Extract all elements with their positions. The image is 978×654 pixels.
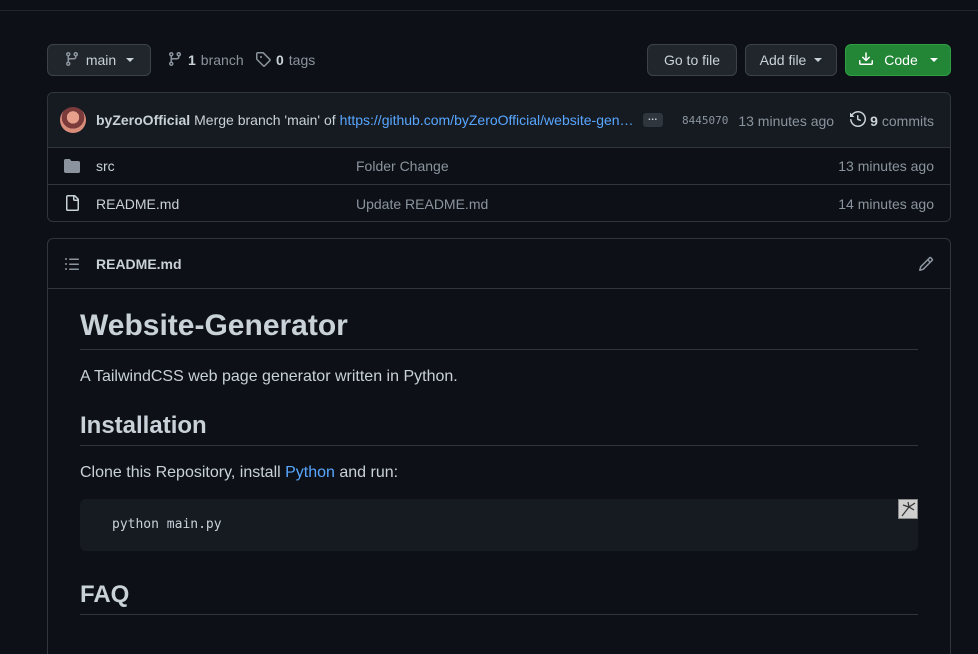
- chevron-down-icon: [814, 58, 823, 62]
- branch-count: 1: [188, 52, 196, 68]
- tag-icon: [255, 51, 271, 70]
- repo-toolbar: main 1 branch 0 tags Go to file Add file…: [47, 44, 951, 76]
- pencil-icon[interactable]: [918, 256, 934, 275]
- file-age: 14 minutes ago: [838, 195, 934, 212]
- branch-name: main: [85, 52, 117, 68]
- branch-select-button[interactable]: main: [47, 44, 151, 76]
- readme-description: A TailwindCSS web page generator written…: [80, 368, 458, 385]
- download-icon: [858, 51, 874, 70]
- commits-word: commits: [881, 112, 934, 129]
- file-row[interactable]: src Folder Change 13 minutes ago: [48, 148, 950, 185]
- file-age: 13 minutes ago: [838, 158, 934, 174]
- expand-commit-message-button[interactable]: …: [642, 113, 663, 127]
- commits-history-link[interactable]: 9 commits: [850, 110, 934, 130]
- avatar[interactable]: [60, 107, 86, 133]
- branch-word: branch: [200, 52, 244, 68]
- readme-filename[interactable]: README.md: [96, 256, 182, 272]
- list-unordered-icon[interactable]: [64, 256, 80, 275]
- install-text-after: and run:: [334, 464, 399, 481]
- git-branch-icon: [64, 51, 80, 70]
- file-name[interactable]: README.md: [96, 196, 179, 212]
- commit-message-link[interactable]: https://github.com/byZeroOfficial/websit…: [340, 112, 634, 128]
- folder-icon: [64, 158, 80, 174]
- file-row[interactable]: README.md Update README.md 14 minutes ag…: [48, 185, 950, 221]
- commit-author[interactable]: byZeroOfficial: [96, 112, 190, 128]
- install-text-before: Clone this Repository, install: [80, 464, 286, 481]
- commit-time[interactable]: 13 minutes ago: [738, 113, 834, 129]
- file-name[interactable]: src: [96, 158, 115, 174]
- file-browser: byZeroOfficial Merge branch 'main' of ht…: [47, 92, 951, 222]
- code-button[interactable]: Code: [845, 44, 951, 76]
- readme-panel: README.md Website-Generator A TailwindCS…: [47, 238, 951, 654]
- commits-count: 9: [870, 112, 878, 129]
- git-branch-icon: [167, 51, 183, 70]
- branches-link[interactable]: 1 branch: [167, 44, 244, 76]
- code-label: Code: [884, 52, 918, 68]
- file-commit-message[interactable]: Update README.md: [356, 196, 488, 212]
- readme-content: Website-Generator A TailwindCSS web page…: [48, 309, 950, 615]
- add-file-button[interactable]: Add file: [745, 44, 837, 76]
- commit-meta: 8445070 13 minutes ago 9 commits: [682, 93, 934, 148]
- top-divider: [0, 10, 978, 11]
- chevron-down-icon: [929, 58, 938, 62]
- python-link[interactable]: Python: [285, 464, 335, 481]
- go-to-file-button[interactable]: Go to file: [647, 44, 737, 76]
- file-icon: [64, 195, 80, 211]
- copy-icon[interactable]: [898, 499, 918, 519]
- tags-link[interactable]: 0 tags: [255, 44, 315, 76]
- readme-heading: Website-Generator: [80, 309, 918, 350]
- installation-heading: Installation: [80, 412, 918, 446]
- commit-sha[interactable]: 8445070: [682, 114, 728, 127]
- commit-message[interactable]: Merge branch 'main' of: [194, 112, 336, 128]
- chevron-down-icon: [126, 58, 135, 62]
- tags-count: 0: [276, 52, 284, 68]
- history-icon: [850, 110, 867, 130]
- file-commit-message[interactable]: Folder Change: [356, 158, 449, 174]
- code-snippet: python main.py: [112, 517, 222, 532]
- add-file-label: Add file: [759, 52, 807, 68]
- faq-heading: FAQ: [80, 581, 918, 615]
- latest-commit-row: byZeroOfficial Merge branch 'main' of ht…: [48, 93, 950, 148]
- tags-word: tags: [288, 52, 316, 68]
- install-instructions: Clone this Repository, install Python an…: [80, 464, 918, 482]
- readme-header: README.md: [48, 239, 950, 289]
- code-block: python main.py: [80, 499, 918, 551]
